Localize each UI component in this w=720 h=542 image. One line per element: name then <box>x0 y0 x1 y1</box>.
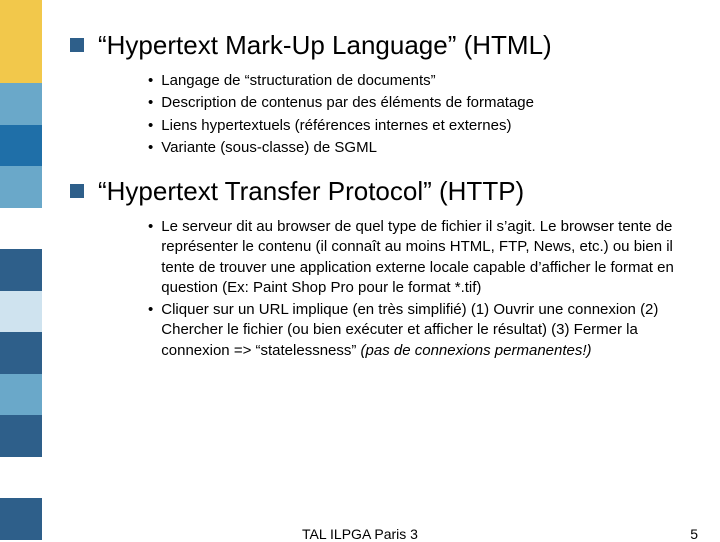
section-header: “Hypertext Mark-Up Language” (HTML) <box>70 30 700 61</box>
dot-bullet-icon: • <box>148 300 153 320</box>
section-title: “Hypertext Mark-Up Language” (HTML) <box>98 30 552 61</box>
list-item: • Langage de “structuration de documents… <box>148 71 700 91</box>
slide-content: “Hypertext Mark-Up Language” (HTML) • La… <box>70 30 700 379</box>
sidebar-block <box>0 374 42 416</box>
sub-list: • Langage de “structuration de documents… <box>148 71 700 158</box>
sidebar-block <box>0 166 42 208</box>
list-item-text: Cliquer sur un URL implique (en très sim… <box>161 300 700 361</box>
dot-bullet-icon: • <box>148 217 153 237</box>
list-item: • Le serveur dit au browser de quel type… <box>148 217 700 298</box>
sidebar-block <box>0 83 42 125</box>
sidebar-block <box>0 42 42 84</box>
sidebar-block <box>0 332 42 374</box>
dot-bullet-icon: • <box>148 116 153 136</box>
sidebar-block <box>0 0 42 42</box>
section-http: “Hypertext Transfer Protocol” (HTTP) • L… <box>70 176 700 361</box>
list-item-text: Langage de “structuration de documents” <box>161 71 700 91</box>
decorative-sidebar <box>0 0 42 540</box>
sidebar-block <box>0 415 42 457</box>
sidebar-block <box>0 498 42 540</box>
sidebar-block <box>0 457 42 499</box>
section-html: “Hypertext Mark-Up Language” (HTML) • La… <box>70 30 700 158</box>
dot-bullet-icon: • <box>148 93 153 113</box>
list-item-text: Le serveur dit au browser de quel type d… <box>161 217 700 298</box>
list-item: • Cliquer sur un URL implique (en très s… <box>148 300 700 361</box>
dot-bullet-icon: • <box>148 138 153 158</box>
list-item-text: Variante (sous-classe) de SGML <box>161 138 700 158</box>
sub-list: • Le serveur dit au browser de quel type… <box>148 217 700 361</box>
sidebar-block <box>0 125 42 167</box>
sidebar-block <box>0 208 42 250</box>
list-item-text: Liens hypertextuels (références internes… <box>161 116 700 136</box>
dot-bullet-icon: • <box>148 71 153 91</box>
list-item-text: Description de contenus par des éléments… <box>161 93 700 113</box>
list-item: • Variante (sous-classe) de SGML <box>148 138 700 158</box>
list-item: • Liens hypertextuels (références intern… <box>148 116 700 136</box>
list-item: • Description de contenus par des élémen… <box>148 93 700 113</box>
sidebar-block <box>0 249 42 291</box>
section-header: “Hypertext Transfer Protocol” (HTTP) <box>70 176 700 207</box>
square-bullet-icon <box>70 184 84 198</box>
square-bullet-icon <box>70 38 84 52</box>
section-title: “Hypertext Transfer Protocol” (HTTP) <box>98 176 524 207</box>
sidebar-block <box>0 291 42 333</box>
